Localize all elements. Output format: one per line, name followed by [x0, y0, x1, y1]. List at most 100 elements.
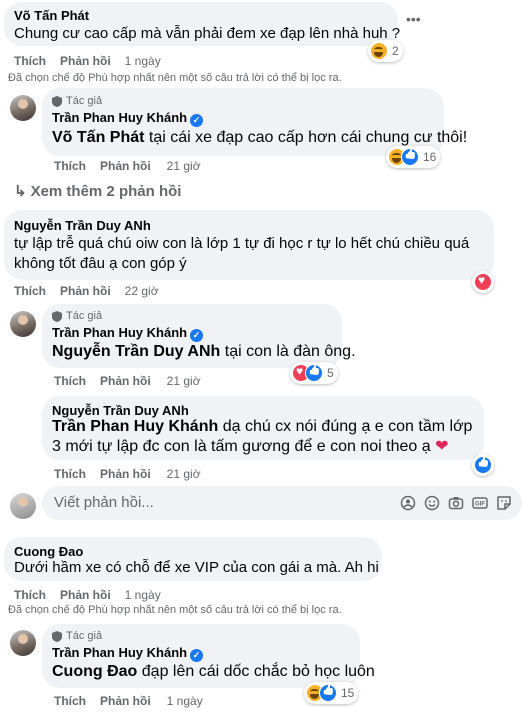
sticker-icon[interactable]: [496, 495, 512, 511]
reply-placeholder: Viết phản hồi...: [54, 494, 154, 511]
reply-body: đạp lên cái dốc chắc bỏ học luôn: [137, 663, 375, 680]
author-name[interactable]: Trần Phan Huy Khánh: [52, 325, 187, 340]
reply-actions: Thích Phản hồi 21 giờ: [54, 374, 201, 388]
reply-link[interactable]: Phản hồi: [60, 588, 111, 602]
reply-text: Võ Tấn Phát tại cái xe đạp cao cấp hơn c…: [52, 128, 467, 148]
comment-bubble: Cuong Đao Dưới hầm xe có chỗ để xe VIP c…: [4, 537, 382, 581]
comment-actions: Thích Phản hồi 1 ngày: [14, 588, 161, 602]
comment-author[interactable]: Nguyễn Trần Duy ANh: [14, 218, 151, 234]
current-user-avatar[interactable]: [10, 493, 36, 519]
reply-link[interactable]: Phản hồi: [100, 159, 151, 173]
timestamp[interactable]: 22 giờ: [125, 284, 159, 298]
comment-bubble: Võ Tấn Phát Chung cư cao cấp mà vẫn phải…: [4, 2, 400, 46]
reaction-summary[interactable]: 16: [386, 146, 441, 168]
reaction-count: 16: [423, 150, 437, 164]
badge-label: Tác giả: [66, 95, 103, 107]
mention[interactable]: Nguyễn Trần Duy ANh: [52, 343, 220, 360]
heart-icon: ❤: [435, 438, 449, 455]
reply-actions: Thích Phản hồi 1 ngày: [54, 694, 203, 708]
author-name[interactable]: Trần Phan Huy Khánh: [52, 110, 187, 125]
like-link[interactable]: Thích: [14, 284, 46, 298]
reply-link[interactable]: Phản hồi: [60, 54, 111, 68]
reply-actions: Thích Phản hồi 21 giờ: [54, 159, 201, 173]
reply-input[interactable]: Viết phản hồi... GIF: [42, 486, 522, 520]
reply-text: Nguyễn Trần Duy ANh tại con là đàn ông.: [52, 342, 356, 362]
mention[interactable]: Trần Phan Huy Khánh: [52, 418, 218, 435]
reply-bubble: Tác giả Trần Phan Huy Khánh ✓ Nguyễn Trần…: [42, 304, 356, 368]
reply-link[interactable]: Phản hồi: [60, 284, 111, 298]
reaction-summary[interactable]: [472, 454, 494, 476]
like-reaction-icon: [401, 148, 419, 166]
like-link[interactable]: Thích: [54, 159, 86, 173]
filter-note: Đã chọn chế độ Phù hợp nhất nên một số c…: [8, 72, 342, 84]
gif-icon[interactable]: GIF: [472, 495, 488, 511]
like-link[interactable]: Thích: [54, 374, 86, 388]
like-link[interactable]: Thích: [54, 467, 86, 481]
reply-body: tại cái xe đạp cao cấp hơn cái chung cư …: [144, 129, 468, 146]
badge-label: Tác giả: [66, 310, 103, 322]
shield-icon: [52, 310, 62, 322]
see-more-label[interactable]: Xem thêm 2 phản hồi: [31, 183, 182, 200]
comment-actions: Thích Phản hồi 1 ngày: [14, 54, 161, 68]
timestamp[interactable]: 1 ngày: [125, 54, 161, 68]
avatar[interactable]: [10, 630, 36, 656]
mention[interactable]: Cuong Đao: [52, 663, 137, 680]
verified-icon: ✓: [190, 114, 204, 127]
reaction-count: 2: [392, 44, 399, 58]
reply-author[interactable]: Trần Phan Huy Khánh ✓: [52, 110, 204, 127]
timestamp[interactable]: 21 giờ: [167, 374, 201, 388]
timestamp[interactable]: 21 giờ: [167, 159, 201, 173]
more-options-icon[interactable]: •••: [406, 12, 424, 26]
reply-link[interactable]: Phản hồi: [100, 374, 151, 388]
shield-icon: [52, 630, 62, 642]
reply-author[interactable]: Trần Phan Huy Khánh ✓: [52, 325, 204, 342]
like-link[interactable]: Thích: [14, 54, 46, 68]
comment-author[interactable]: Võ Tấn Phát: [14, 8, 89, 24]
reply-author[interactable]: Trần Phan Huy Khánh ✓: [52, 645, 204, 662]
reply-body: tại con là đàn ông.: [220, 343, 356, 360]
reply-bubble: Nguyễn Trần Duy ANh Trần Phan Huy Khánh …: [42, 396, 484, 460]
reaction-summary[interactable]: 2: [368, 40, 403, 62]
reaction-count: 5: [327, 366, 334, 380]
reply-bubble: Tác giả Trần Phan Huy Khánh ✓ Võ Tấn Phát…: [42, 88, 467, 156]
avatar-sticker-icon[interactable]: [400, 495, 416, 511]
emoji-icon[interactable]: [424, 495, 440, 511]
avatar[interactable]: [10, 311, 36, 337]
like-link[interactable]: Thích: [54, 694, 86, 708]
gif-icon-label: GIF: [475, 502, 485, 508]
reaction-summary[interactable]: 15: [304, 682, 359, 704]
reply-link[interactable]: Phản hồi: [100, 694, 151, 708]
timestamp[interactable]: 1 ngày: [125, 588, 161, 602]
comment-text: tự lập trễ quá chú oiw con là lớp 1 tự đ…: [14, 235, 470, 272]
comment-bubble: Nguyễn Trần Duy ANh tự lập trễ quá chú o…: [4, 210, 494, 280]
comment-actions: Thích Phản hồi 22 giờ: [14, 284, 159, 298]
reply-text: Cuong Đao đạp lên cái dốc chắc bỏ học lu…: [52, 662, 375, 682]
avatar[interactable]: [10, 95, 36, 121]
author-name[interactable]: Trần Phan Huy Khánh: [52, 645, 187, 660]
like-reaction-icon: [474, 456, 492, 474]
timestamp[interactable]: 1 ngày: [167, 694, 203, 708]
camera-icon[interactable]: [448, 495, 464, 511]
filter-note: Đã chọn chế độ Phù hợp nhất nên một số c…: [8, 604, 342, 616]
reaction-count: 15: [341, 686, 355, 700]
haha-reaction-icon: [370, 42, 388, 60]
reply-actions: Thích Phản hồi 21 giờ: [54, 467, 201, 481]
like-link[interactable]: Thích: [14, 588, 46, 602]
verified-icon: ✓: [190, 649, 204, 662]
shield-icon: [52, 95, 62, 107]
reaction-summary[interactable]: [472, 271, 494, 293]
comment-text: Dưới hầm xe có chỗ để xe VIP của con gái…: [14, 559, 379, 576]
reply-arrow-icon: ↳: [14, 183, 27, 200]
see-more-replies[interactable]: ↳ Xem thêm 2 phản hồi: [14, 182, 181, 200]
mention[interactable]: Võ Tấn Phát: [52, 129, 144, 146]
reaction-summary[interactable]: 5: [290, 362, 338, 384]
timestamp[interactable]: 21 giờ: [167, 467, 201, 481]
reply-link[interactable]: Phản hồi: [100, 467, 151, 481]
love-reaction-icon: [474, 273, 492, 291]
reply-bubble: Tác giả Trần Phan Huy Khánh ✓ Cuong Đao đ…: [42, 624, 375, 688]
badge-label: Tác giả: [66, 630, 103, 642]
author-badge: Tác giả: [52, 630, 102, 642]
reply-text: Trần Phan Huy Khánh dạ chú cx nói đúng ạ…: [52, 417, 476, 457]
like-reaction-icon: [319, 684, 337, 702]
verified-icon: ✓: [190, 329, 204, 342]
